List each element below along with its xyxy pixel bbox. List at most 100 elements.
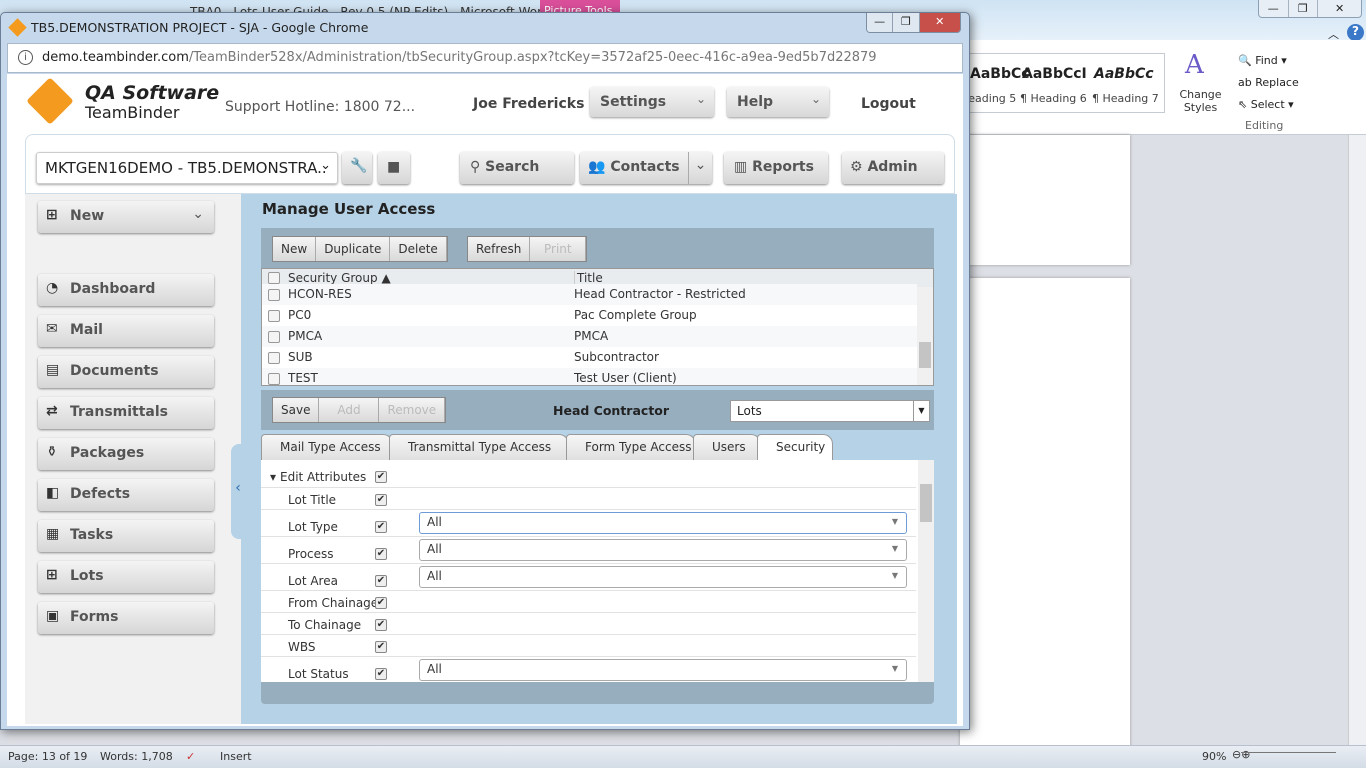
row-checkbox[interactable]: [268, 289, 280, 301]
delete-button[interactable]: Delete: [390, 237, 447, 261]
tab-mail-type-access[interactable]: Mail Type Access: [261, 434, 393, 460]
permissions-scrollbar[interactable]: [918, 460, 934, 682]
sidebar-item-label: Defects: [70, 486, 131, 502]
permission-checkbox[interactable]: ✔: [375, 668, 387, 680]
access-tabs: Mail Type Access Transmittal Type Access F…: [261, 434, 934, 460]
find-button[interactable]: 🔍 Find ▾: [1238, 54, 1287, 67]
sidebar-item-packages[interactable]: ⚱ Packages: [38, 438, 214, 470]
permission-row: Process ✔ All: [261, 537, 916, 564]
zoom-level[interactable]: 90%: [1202, 750, 1226, 763]
column-header-security-group[interactable]: Security Group ▲: [288, 271, 391, 285]
select-all-checkbox[interactable]: [268, 272, 280, 284]
close-icon[interactable]: ✕: [1318, 0, 1361, 17]
search-button[interactable]: ⚲ Search: [460, 152, 574, 184]
change-styles-button[interactable]: Change Styles: [1178, 88, 1223, 114]
permission-scope-select[interactable]: All: [419, 659, 907, 681]
video-icon[interactable]: ■: [378, 152, 410, 184]
word-count[interactable]: Words: 1,708: [100, 750, 173, 763]
row-checkbox[interactable]: [268, 310, 280, 322]
style-preview[interactable]: AaBbCc: [1094, 66, 1154, 82]
column-header-title[interactable]: Title: [574, 271, 603, 285]
proofing-icon[interactable]: ✓: [186, 750, 195, 763]
new-group-button[interactable]: New: [273, 237, 317, 261]
tab-security[interactable]: Security: [757, 434, 833, 460]
replace-button[interactable]: ab Replace: [1238, 76, 1299, 89]
table-row[interactable]: PC0 Pac Complete Group: [262, 305, 917, 326]
insert-mode[interactable]: Insert: [220, 750, 252, 763]
permission-scope-select[interactable]: All: [419, 539, 907, 561]
permission-checkbox[interactable]: ✔: [375, 575, 387, 587]
minimize-icon[interactable]: —: [867, 13, 894, 32]
tab-form-type-access[interactable]: Form Type Access: [566, 434, 696, 460]
grid-scrollbar[interactable]: [917, 287, 933, 385]
maximize-icon[interactable]: ❐: [893, 13, 920, 32]
admin-button[interactable]: ⚙ Admin: [842, 152, 944, 184]
permission-checkbox[interactable]: ✔: [375, 521, 387, 533]
word-status-bar: Page: 13 of 19 Words: 1,708 ✓ Insert 90%…: [0, 745, 1366, 768]
table-row[interactable]: HCON-RES Head Contractor - Restricted: [262, 284, 917, 305]
remove-button[interactable]: Remove: [379, 398, 446, 422]
group-actions: New Duplicate Delete: [272, 236, 448, 262]
word-vertical-scrollbar[interactable]: [1348, 135, 1366, 745]
security-group-cell: TEST: [288, 371, 318, 385]
permission-checkbox[interactable]: ✔: [375, 494, 387, 506]
security-group-cell: PC0: [288, 308, 312, 322]
wrench-icon[interactable]: 🔧: [342, 152, 372, 184]
section-checkbox[interactable]: ✔: [375, 471, 387, 483]
logout-link[interactable]: Logout: [861, 96, 916, 112]
permission-checkbox[interactable]: ✔: [375, 597, 387, 609]
duplicate-button[interactable]: Duplicate: [316, 237, 391, 261]
table-row[interactable]: PMCA PMCA: [262, 326, 917, 347]
permission-checkbox[interactable]: ✔: [375, 619, 387, 631]
address-bar[interactable]: i demo.teambinder.com/TeamBinder528x/Adm…: [7, 43, 963, 73]
row-checkbox[interactable]: [268, 352, 280, 364]
chevron-down-icon[interactable]: ⌄: [688, 152, 712, 184]
permission-checkbox[interactable]: ✔: [375, 641, 387, 653]
table-row[interactable]: SUB Subcontractor: [262, 347, 917, 368]
row-checkbox[interactable]: [268, 331, 280, 343]
refresh-button[interactable]: Refresh: [468, 237, 531, 261]
table-row[interactable]: TEST Test User (Client): [262, 368, 917, 385]
permission-checkbox[interactable]: ✔: [375, 548, 387, 560]
save-button[interactable]: Save: [273, 398, 320, 422]
sidebar-item-documents[interactable]: ▤ Documents: [38, 356, 214, 388]
print-button[interactable]: Print: [530, 237, 587, 261]
help-button[interactable]: Help ⌄: [727, 87, 829, 117]
project-select[interactable]: MKTGEN16DEMO - TB5.DEMONSTRA.. ⌄: [36, 152, 338, 184]
tab-transmittal-type-access[interactable]: Transmittal Type Access: [389, 434, 569, 460]
row-checkbox[interactable]: [268, 373, 280, 385]
module-select[interactable]: Lots ▼: [730, 400, 930, 422]
select-value: All: [427, 569, 442, 583]
expand-toggle-icon[interactable]: ▾: [270, 470, 276, 484]
restore-icon[interactable]: ❐: [1289, 0, 1319, 17]
user-name[interactable]: Joe Fredericks: [473, 96, 584, 112]
zoom-slider[interactable]: ⊖ ⊕: [1232, 748, 1352, 764]
sidebar-item-defects[interactable]: ◧ Defects: [38, 479, 214, 511]
style-preview[interactable]: AaBbCc: [970, 66, 1030, 82]
sidebar-item-tasks[interactable]: ▦ Tasks: [38, 520, 214, 552]
permission-scope-select[interactable]: All: [419, 566, 907, 588]
sidebar-item-mail[interactable]: ✉ Mail: [38, 315, 214, 347]
sidebar-item-forms[interactable]: ▣ Forms: [38, 602, 214, 634]
new-button[interactable]: ⊞ New ⌄: [38, 201, 214, 233]
sidebar-item-dashboard[interactable]: ◔ Dashboard: [38, 274, 214, 306]
permission-scope-select[interactable]: All: [419, 512, 907, 534]
reports-button[interactable]: ▥ Reports: [724, 152, 828, 184]
tab-users[interactable]: Users: [693, 434, 761, 460]
info-icon[interactable]: i: [18, 50, 33, 65]
permission-row: WBS ✔: [261, 635, 916, 657]
add-button[interactable]: Add: [319, 398, 380, 422]
select-button[interactable]: ⇖ Select ▾: [1238, 98, 1294, 111]
sidebar-item-lots[interactable]: ⊞ Lots: [38, 561, 214, 593]
tab-label: Mail Type Access: [280, 440, 381, 454]
find-label: Find: [1255, 54, 1278, 67]
minimize-icon[interactable]: —: [1259, 0, 1289, 17]
sidebar-item-transmittals[interactable]: ⇄ Transmittals: [38, 397, 214, 429]
contacts-button[interactable]: 👥 Contacts ⌄: [580, 152, 712, 184]
help-icon[interactable]: ?: [1347, 24, 1364, 41]
document-page: [960, 135, 1130, 265]
page-count[interactable]: Page: 13 of 19: [8, 750, 87, 763]
settings-button[interactable]: Settings ⌄: [590, 87, 714, 117]
close-icon[interactable]: ✕: [919, 13, 960, 32]
style-preview[interactable]: AaBbCcI: [1022, 66, 1087, 82]
